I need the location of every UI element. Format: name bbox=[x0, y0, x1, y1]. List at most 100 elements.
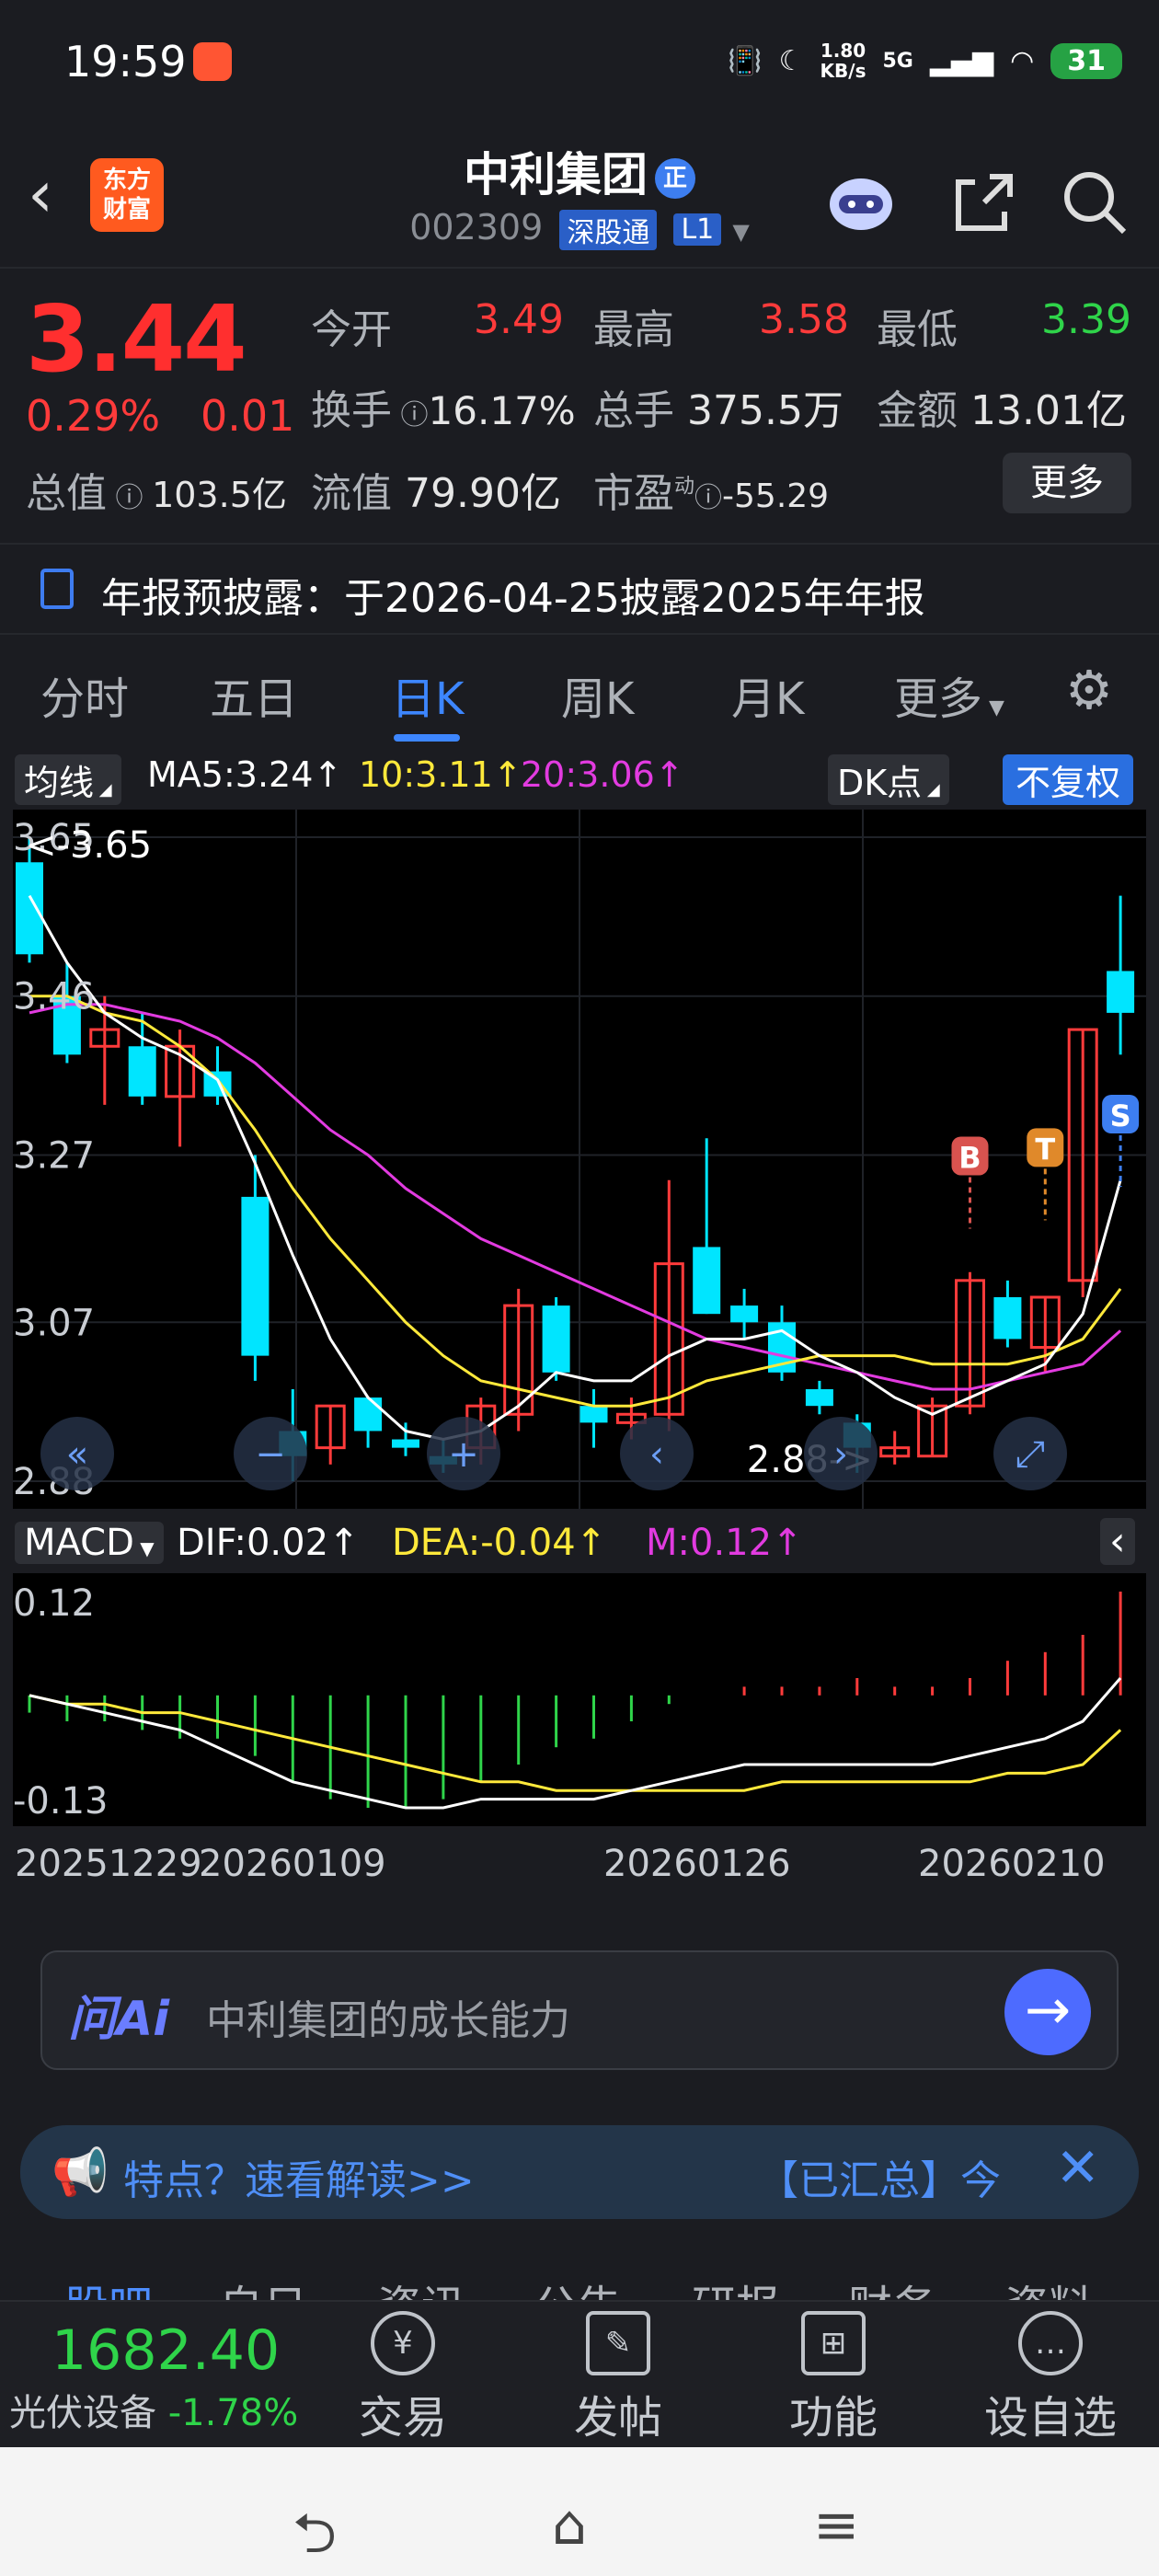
network-type: 5G bbox=[882, 49, 913, 73]
high-value: 3.58 bbox=[759, 296, 849, 343]
functions-button[interactable]: ⊞ 功能 bbox=[760, 2311, 907, 2445]
battery-indicator: 31 bbox=[1050, 42, 1122, 79]
network-speed: 1.80 KB/s bbox=[820, 40, 866, 82]
fullscreen-icon-glyph: ⤢ bbox=[1016, 1433, 1045, 1476]
mktcap-stat: 总值 ⓘ 103.5亿 bbox=[26, 470, 287, 517]
feature-strip[interactable]: 📢 特点？速看解读>> 【已汇总】今 ✕ bbox=[20, 2125, 1139, 2219]
candle-body bbox=[392, 1439, 419, 1448]
candle-body bbox=[16, 862, 43, 955]
ma10-label: 10:3.11↑ bbox=[359, 754, 522, 795]
pe-stat: 市盈动ⓘ-55.29 bbox=[593, 470, 830, 517]
x-tick-label: 20251229 bbox=[15, 1843, 202, 1885]
tab-monthly-k[interactable]: 月K bbox=[731, 662, 804, 727]
subtab[interactable]: 研报 bbox=[692, 2271, 780, 2300]
ma-legend-bar: 均线 ◢ MA5:3.24↑ 10:3.11↑ 20:3.06↑ DK点 ◢ 不… bbox=[0, 751, 1159, 806]
volume-stat: 总手 375.5万 bbox=[593, 387, 843, 434]
nav-menu-icon[interactable]: ≡ bbox=[813, 2493, 859, 2558]
moon-icon: ☾ bbox=[778, 44, 804, 77]
nav-back-icon[interactable]: ⮌ bbox=[293, 2493, 337, 2576]
feature-text[interactable]: 特点？速看解读>> bbox=[123, 2147, 475, 2206]
official-badge: 正 bbox=[655, 157, 695, 199]
macd-y-tick: -0.13 bbox=[13, 1780, 109, 1823]
ask-ai-box[interactable]: 问Ai 中利集团的成长能力 → bbox=[40, 1950, 1119, 2070]
ma20-label: 20:3.06↑ bbox=[521, 754, 684, 795]
ma5-label: MA5:3.24↑ bbox=[147, 754, 343, 795]
header-divider bbox=[0, 267, 1159, 269]
subtab[interactable]: 财务 bbox=[848, 2271, 936, 2300]
collapse-panel-icon[interactable]: ‹ bbox=[1100, 1518, 1135, 1565]
megaphone-icon: 📢 bbox=[52, 2145, 109, 2199]
macd-chart[interactable]: 0.12 -0.13 bbox=[13, 1573, 1146, 1826]
add-watchlist-button[interactable]: … 设自选 bbox=[977, 2311, 1124, 2445]
grid-icon: ⊞ bbox=[801, 2311, 866, 2375]
document-icon bbox=[40, 569, 74, 609]
subtab[interactable]: 资讯 bbox=[377, 2271, 465, 2300]
tab-more[interactable]: 更多 ▼ bbox=[894, 662, 1004, 727]
summary-status[interactable]: 【已汇总】今 bbox=[758, 2147, 1001, 2206]
macd-background bbox=[13, 1573, 1146, 1826]
date-axis: 20251229 20260109 20260126 20260210 bbox=[0, 1835, 1159, 1891]
tab-daily-k[interactable]: 日K bbox=[391, 662, 464, 727]
next-icon-glyph: › bbox=[833, 1433, 848, 1476]
more-stats-button[interactable]: 更多 bbox=[1003, 453, 1131, 513]
level-tag: L1 bbox=[673, 213, 722, 246]
tab-five-day[interactable]: 五日 bbox=[210, 662, 298, 727]
stock-code: 002309 bbox=[409, 207, 544, 247]
max-price-label: <-3.65 bbox=[26, 824, 152, 867]
open-value: 3.49 bbox=[474, 296, 564, 343]
candle-body bbox=[580, 1406, 608, 1423]
macd-selector[interactable]: MACD ▼ bbox=[15, 1522, 164, 1564]
close-icon[interactable]: ✕ bbox=[1055, 2136, 1100, 2199]
subtab[interactable]: 公告 bbox=[534, 2271, 622, 2300]
dea-label: DEA:-0.04↑ bbox=[392, 1522, 607, 1564]
settings-gear-icon[interactable]: ⚙ bbox=[1065, 659, 1113, 721]
candle-body bbox=[241, 1196, 270, 1356]
wifi-icon: ◠ bbox=[1010, 44, 1035, 77]
adjust-price-toggle[interactable]: 不复权 bbox=[1003, 754, 1134, 805]
tab-weekly-k[interactable]: 周K bbox=[561, 662, 634, 727]
chevron-down-icon[interactable]: ▼ bbox=[732, 219, 749, 245]
macd-legend-bar: MACD ▼ DIF:0.02↑ DEA:-0.04↑ M:0.12↑ ‹ bbox=[0, 1518, 1159, 1573]
vibrate-icon: 📳 bbox=[728, 44, 763, 77]
robot-assistant-icon[interactable] bbox=[824, 166, 898, 239]
sector-index-value[interactable]: 1682.40 bbox=[52, 2318, 280, 2383]
ai-brand: 问Ai bbox=[68, 1992, 170, 2047]
candle-body bbox=[354, 1397, 383, 1432]
tab-intraday[interactable]: 分时 bbox=[40, 662, 129, 727]
ai-prompt: 中利集团的成长能力 bbox=[206, 1997, 570, 2044]
market-tag: 深股通 bbox=[559, 209, 658, 250]
indicator-selector[interactable]: 均线 ◢ bbox=[15, 754, 121, 805]
sector-index-name[interactable]: 光伏设备 -1.78% bbox=[9, 2383, 298, 2436]
amount-stat: 金额 13.01亿 bbox=[877, 387, 1127, 434]
float-stat: 流值 79.90亿 bbox=[311, 470, 561, 517]
annual-report-notice[interactable]: 年报预披露：于2026-04-25披露2025年年报 bbox=[0, 543, 1159, 635]
subtab[interactable]: 自日 bbox=[219, 2271, 307, 2300]
notice-text: 年报预披露：于2026-04-25披露2025年年报 bbox=[101, 575, 925, 622]
search-icon[interactable] bbox=[1058, 166, 1131, 239]
share-icon[interactable] bbox=[947, 166, 1021, 239]
turnover-stat: 换手 ⓘ16.17% bbox=[311, 387, 576, 434]
dk-point-toggle[interactable]: DK点 ◢ bbox=[828, 754, 949, 805]
sell-signal-text: S bbox=[1110, 1098, 1131, 1133]
ai-send-button[interactable]: → bbox=[1004, 1969, 1091, 2055]
kline-chart[interactable]: 3.653.463.273.072.88<-3.652.88->BTS«−+‹›… bbox=[13, 810, 1146, 1509]
more-dots-icon: … bbox=[1018, 2311, 1083, 2375]
candle-body bbox=[993, 1297, 1022, 1340]
zoom-in-icon-glyph: + bbox=[448, 1433, 479, 1476]
scroll-left-icon-glyph: « bbox=[66, 1433, 88, 1476]
prev-icon-glyph: ‹ bbox=[649, 1433, 664, 1476]
trade-button[interactable]: ¥ 交易 bbox=[329, 2311, 476, 2445]
candle-body bbox=[693, 1247, 721, 1315]
buy-signal-text: B bbox=[958, 1140, 981, 1175]
post-button[interactable]: ✎ 发帖 bbox=[545, 2311, 692, 2445]
candle-body bbox=[128, 1046, 156, 1097]
y-tick-label: 3.07 bbox=[13, 1302, 95, 1344]
candle-body bbox=[542, 1305, 570, 1373]
m-label: M:0.12↑ bbox=[646, 1522, 803, 1564]
subtab[interactable]: 资料 bbox=[1004, 2271, 1093, 2300]
zoom-out-icon-glyph: − bbox=[255, 1433, 286, 1476]
nav-home-icon[interactable]: ⌂ bbox=[552, 2493, 587, 2558]
status-bar: 19:59 📳 ☾ 1.80 KB/s 5G ▂▄▆ ◠ 31 bbox=[0, 0, 1159, 129]
subtab[interactable]: 股吧 bbox=[64, 2271, 153, 2300]
edit-icon: ✎ bbox=[586, 2311, 650, 2375]
